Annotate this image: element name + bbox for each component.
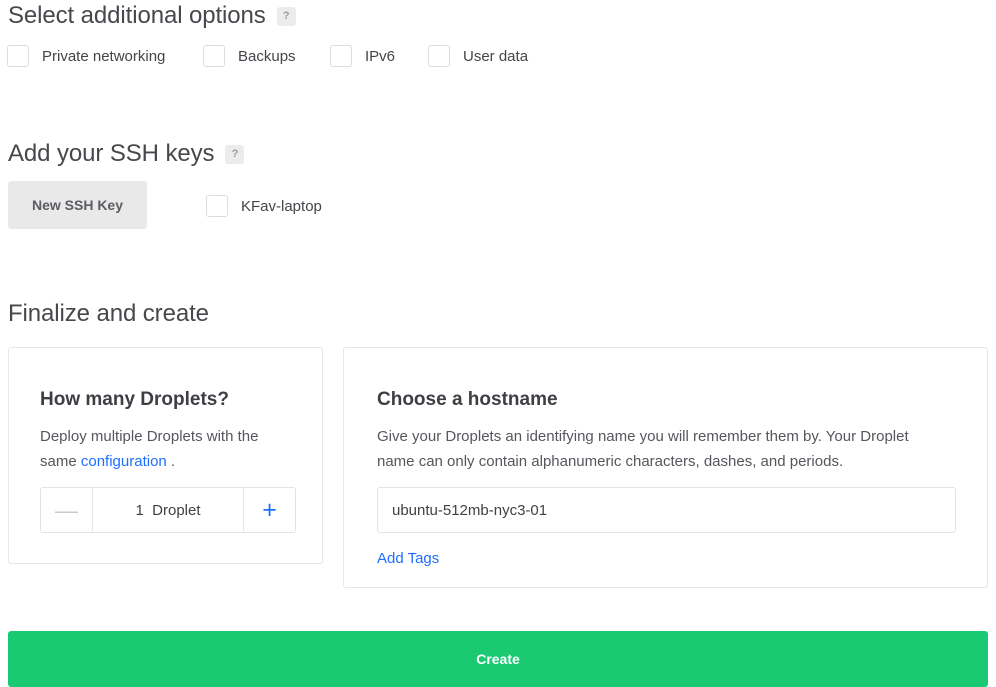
how-many-droplets-card: How many Droplets? Deploy multiple Dropl…	[8, 347, 323, 564]
hostname-input[interactable]	[377, 487, 956, 533]
checkbox-private-networking[interactable]: Private networking	[7, 45, 165, 67]
ssh-keys-heading: Add your SSH keys ?	[8, 140, 245, 168]
additional-options-heading-text: Select additional options	[8, 2, 266, 29]
droplets-description-text-after: .	[166, 453, 176, 470]
hostname-card-title: Choose a hostname	[377, 389, 558, 410]
configuration-link[interactable]: configuration	[81, 453, 167, 470]
checkbox-ssh-key-kfav-laptop[interactable]: KFav-laptop	[206, 195, 322, 217]
ssh-keys-heading-text: Add your SSH keys	[8, 140, 215, 167]
checkbox-box[interactable]	[206, 195, 228, 217]
checkbox-label: Private networking	[42, 47, 166, 65]
help-icon[interactable]: ?	[225, 144, 245, 164]
finalize-heading: Finalize and create	[8, 300, 209, 327]
checkbox-backups[interactable]: Backups	[203, 45, 296, 67]
stepper-decrement-button[interactable]: —	[41, 488, 92, 532]
help-icon[interactable]: ?	[276, 6, 296, 26]
add-tags-link[interactable]: Add Tags	[377, 550, 439, 567]
droplet-quantity-stepper[interactable]: — 1 Droplet +	[40, 487, 296, 533]
checkbox-ipv6[interactable]: IPv6	[330, 45, 395, 67]
checkbox-label: IPv6	[365, 47, 396, 65]
checkbox-user-data[interactable]: User data	[428, 45, 528, 67]
choose-hostname-card: Choose a hostname Give your Droplets an …	[343, 347, 988, 588]
checkbox-box[interactable]	[330, 45, 352, 67]
hostname-card-description: Give your Droplets an identifying name y…	[377, 428, 909, 470]
droplets-card-title: How many Droplets?	[40, 389, 229, 410]
droplets-card-description: Deploy multiple Droplets with the same c…	[40, 424, 285, 474]
checkbox-label: Backups	[238, 47, 296, 65]
checkbox-label: User data	[463, 47, 529, 65]
checkbox-box[interactable]	[7, 45, 29, 67]
checkbox-box[interactable]	[428, 45, 450, 67]
create-button[interactable]: Create	[8, 631, 988, 687]
checkbox-box[interactable]	[203, 45, 225, 67]
additional-options-heading: Select additional options ?	[8, 2, 296, 30]
new-ssh-key-button[interactable]: New SSH Key	[8, 181, 147, 229]
checkbox-label: KFav-laptop	[241, 197, 322, 215]
stepper-increment-button[interactable]: +	[244, 488, 295, 532]
stepper-value: 1 Droplet	[92, 488, 244, 532]
